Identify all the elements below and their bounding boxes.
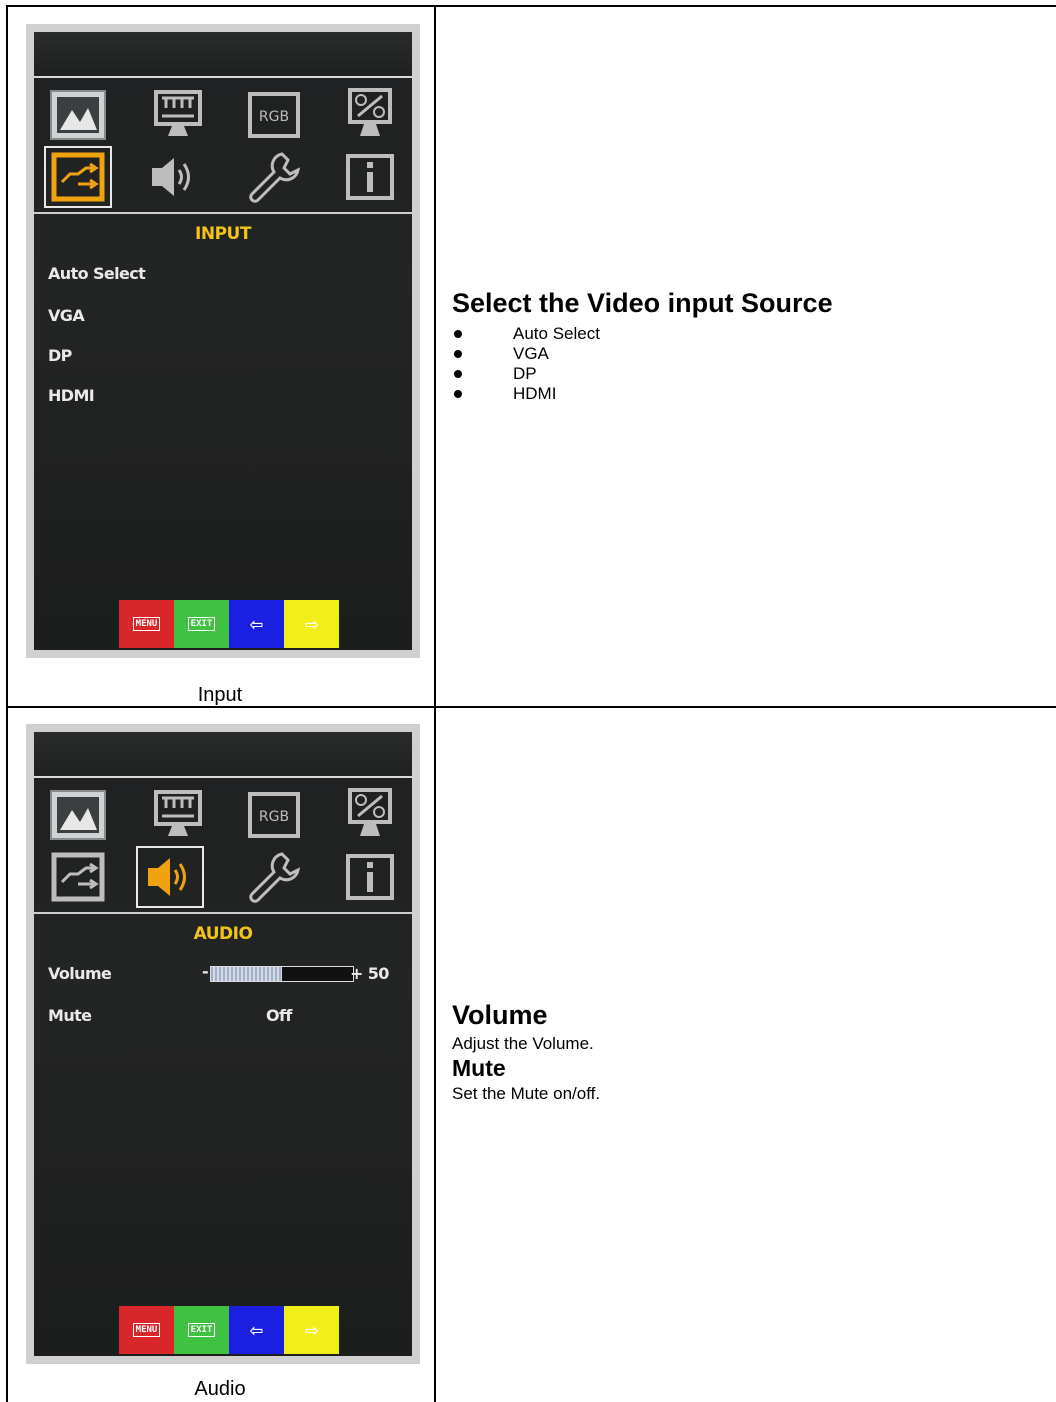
left-arrow-button[interactable]: ⇦: [229, 600, 284, 648]
mute-description: Set the Mute on/off.: [452, 1084, 601, 1103]
input-caption: Input: [197, 684, 243, 706]
svg-text:RGB: RGB: [259, 809, 289, 825]
table-column-divider: [434, 5, 436, 1402]
input-icon: [48, 850, 108, 904]
table-border-left: [6, 5, 8, 1402]
list-item: Auto Select: [452, 324, 600, 344]
right-arrow-button[interactable]: ⇨: [284, 1306, 339, 1354]
volume-value: + 50: [350, 964, 389, 983]
volume-minus: -: [202, 962, 209, 981]
display-icon: [148, 88, 208, 142]
wrench-icon: [244, 850, 304, 904]
picture-icon: [48, 88, 108, 142]
osd-item-auto-select[interactable]: Auto Select: [48, 264, 146, 283]
osd-item-vga[interactable]: VGA: [48, 306, 85, 325]
volume-slider[interactable]: [210, 966, 354, 982]
osd-button-bar: MENU EXIT ⇦ ⇨: [119, 1306, 339, 1354]
rgb-icon: RGB: [244, 788, 304, 842]
audio-caption: Audio: [194, 1378, 246, 1400]
picture-icon: [48, 788, 108, 842]
exit-button[interactable]: EXIT: [174, 1306, 229, 1354]
rgb-icon: RGB: [244, 88, 304, 142]
list-item: HDMI: [452, 384, 600, 404]
right-arrow-button[interactable]: ⇨: [284, 600, 339, 648]
osd-separator: [34, 912, 412, 914]
audio-icon: [144, 150, 204, 204]
wrench-icon: [244, 150, 304, 204]
mute-value[interactable]: Off: [266, 1006, 292, 1025]
input-source-list: Auto Select VGA DP HDMI: [452, 324, 600, 404]
left-arrow-button[interactable]: ⇦: [229, 1306, 284, 1354]
audio-icon: [136, 846, 204, 908]
info-icon: [340, 150, 400, 204]
osd-top-bar: [34, 732, 412, 778]
menu-button[interactable]: MENU: [119, 1306, 174, 1354]
osd-item-mute[interactable]: Mute: [48, 1006, 92, 1025]
display-icon: [148, 788, 208, 842]
zoom-display-icon: [340, 88, 400, 142]
input-heading: Select the Video input Source: [452, 288, 833, 318]
volume-slider-fill: [211, 967, 282, 981]
osd-top-bar: [34, 32, 412, 78]
mute-heading: Mute: [452, 1055, 506, 1081]
info-icon: [340, 850, 400, 904]
menu-button[interactable]: MENU: [119, 600, 174, 648]
svg-text:RGB: RGB: [259, 109, 289, 125]
osd-menu-title: AUDIO: [193, 924, 253, 944]
exit-button[interactable]: EXIT: [174, 600, 229, 648]
osd-button-bar: MENU EXIT ⇦ ⇨: [119, 600, 339, 648]
osd-item-hdmi[interactable]: HDMI: [48, 386, 95, 405]
osd-separator: [34, 212, 412, 214]
table-border-top: [6, 5, 1056, 7]
osd-item-dp[interactable]: DP: [48, 346, 72, 365]
osd-menu-title: INPUT: [195, 224, 251, 244]
list-item: DP: [452, 364, 600, 384]
input-osd-photo: RGB INPUT Auto Select VGA DP HDMI MENU E…: [26, 24, 420, 658]
osd-item-volume[interactable]: Volume: [48, 964, 112, 983]
list-item: VGA: [452, 344, 600, 364]
audio-osd-photo: RGB AUDIO Volume - + 50 Mute Off MENU EX…: [26, 724, 420, 1364]
input-icon: [44, 146, 112, 208]
volume-heading: Volume: [452, 1000, 548, 1030]
zoom-display-icon: [340, 788, 400, 842]
volume-description: Adjust the Volume.: [452, 1034, 594, 1053]
